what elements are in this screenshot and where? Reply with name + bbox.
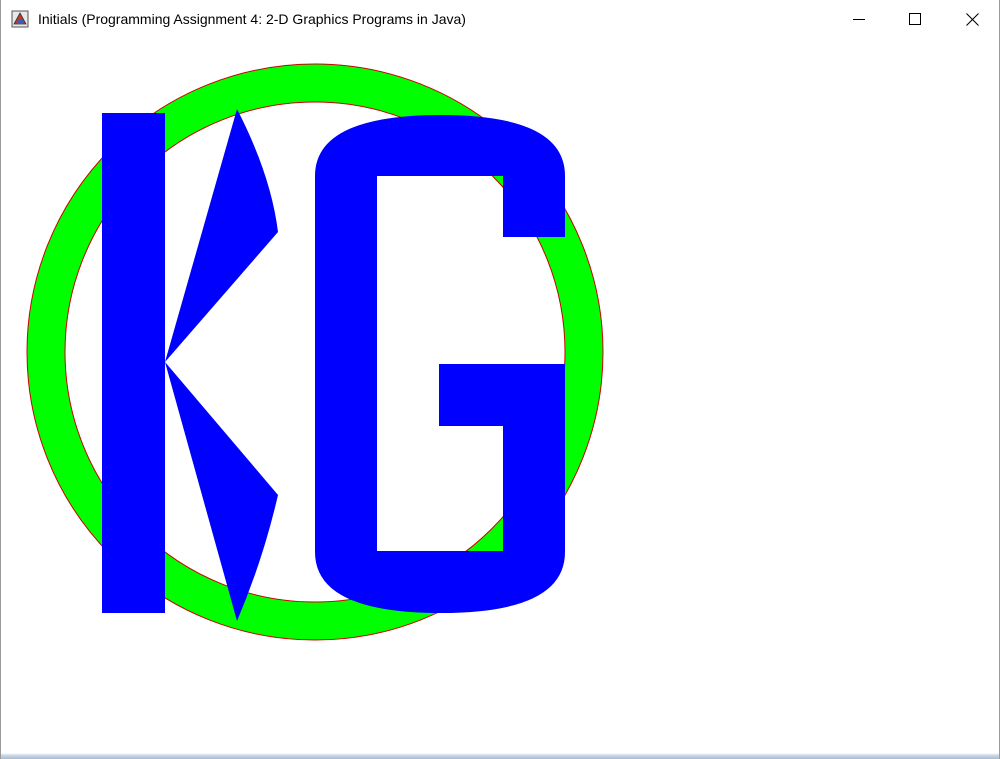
drawing-canvas xyxy=(1,38,999,753)
app-window: Initials (Programming Assignment 4: 2-D … xyxy=(0,0,1000,759)
k-stem xyxy=(102,113,165,613)
window-title: Initials (Programming Assignment 4: 2-D … xyxy=(38,10,466,28)
java-app-icon[interactable] xyxy=(11,10,29,28)
maximize-icon xyxy=(909,13,921,25)
initials-graphic xyxy=(1,38,999,753)
window-bottom-border xyxy=(1,753,999,759)
minimize-icon xyxy=(853,13,865,25)
close-button[interactable] xyxy=(944,0,1000,38)
maximize-button[interactable] xyxy=(887,0,943,38)
title-bar[interactable]: Initials (Programming Assignment 4: 2-D … xyxy=(1,0,999,38)
minimize-button[interactable] xyxy=(831,0,887,38)
close-icon xyxy=(966,13,979,26)
